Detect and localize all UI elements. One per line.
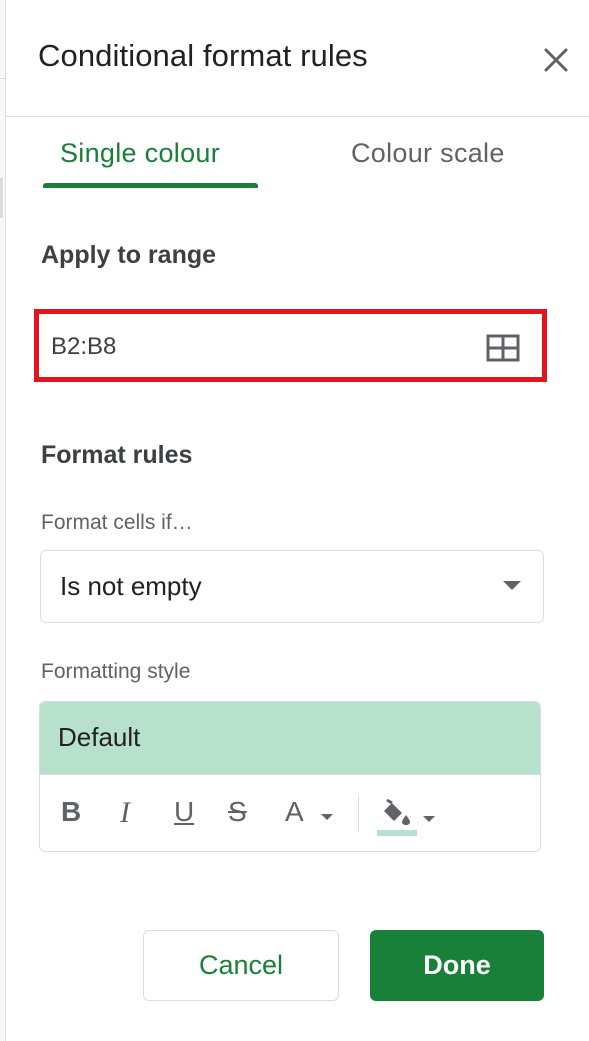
active-tab-indicator [43,183,258,188]
sheet-edge-line [0,78,5,79]
dialog-title: Conditional format rules [38,38,368,73]
tabs-divider [5,116,589,117]
grid-select-icon[interactable] [486,334,520,362]
done-button[interactable]: Done [370,930,544,1001]
italic-button[interactable]: I [120,796,130,830]
cancel-button[interactable]: Cancel [143,930,339,1001]
condition-value: Is not empty [60,571,202,601]
tab-single-colour[interactable]: Single colour [60,138,220,169]
condition-select[interactable]: Is not empty [40,550,544,623]
close-icon [544,48,568,72]
format-rules-heading: Format rules [41,441,193,469]
caret-down-icon [423,816,435,822]
sheet-edge-marker [0,178,3,218]
chevron-down-icon [503,581,521,590]
caret-down-icon [321,814,333,820]
style-preview-text: Default [58,722,141,752]
toolbar-divider [358,796,359,832]
tab-colour-scale[interactable]: Colour scale [351,138,505,169]
fill-color-button[interactable] [375,794,435,838]
fill-color-icon [377,798,417,836]
underline-button[interactable]: U [174,796,194,830]
sheet-edge [0,0,6,1041]
text-color-glyph: A [285,796,304,827]
text-color-button[interactable]: A [285,796,333,830]
range-input[interactable] [49,322,523,372]
formatting-style-label: Formatting style [41,660,191,683]
style-preview[interactable]: Default [40,702,540,775]
apply-to-range-heading: Apply to range [41,241,217,269]
range-field-highlight [34,309,547,382]
strikethrough-button[interactable]: S [228,796,247,830]
bold-button[interactable]: B [61,796,81,830]
format-cells-if-label: Format cells if… [41,511,193,534]
formatting-style-box: Default B I U S A [39,701,541,852]
close-button[interactable] [538,42,574,78]
